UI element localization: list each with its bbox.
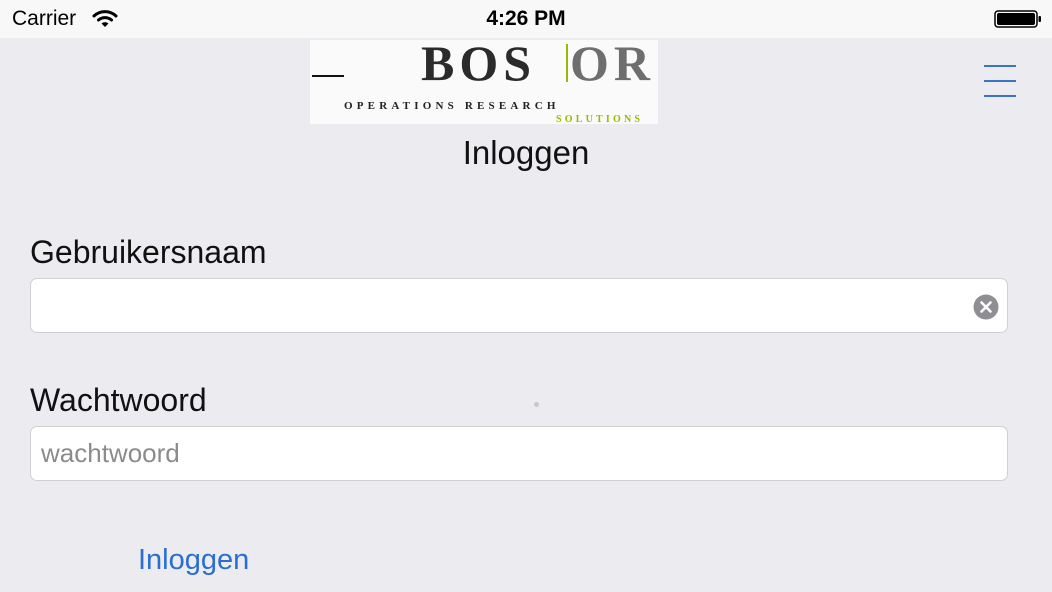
logo-tagline: SOLUTIONS [556,114,644,125]
bosor-logo: BOS OR OPERATIONS RESEARCH SOLUTIONS [310,35,658,125]
logo-text-bos: BOS [421,35,537,91]
logo-divider [566,44,568,82]
status-bar: Carrier 4:26 PM [0,0,1052,38]
loading-dot [534,402,539,407]
logo-text-or: OR [570,35,655,91]
status-time: 4:26 PM [486,7,566,30]
username-field-container [30,278,1008,333]
logo-subtitle: OPERATIONS RESEARCH [344,100,560,112]
password-field-container [30,426,1008,481]
menu-line [984,65,1016,67]
hamburger-menu-icon[interactable] [982,62,1018,100]
password-label: Wachtwoord [30,382,207,418]
login-button[interactable]: Inloggen [138,544,249,577]
page-title: Inloggen [462,134,590,171]
username-label: Gebruikersnaam [30,234,267,270]
password-input[interactable] [41,427,961,480]
menu-line [984,95,1016,97]
username-input[interactable] [41,279,961,332]
clear-icon[interactable] [973,294,999,320]
battery-icon [994,10,1041,28]
menu-line [984,80,1016,82]
logo-dash [312,75,344,77]
